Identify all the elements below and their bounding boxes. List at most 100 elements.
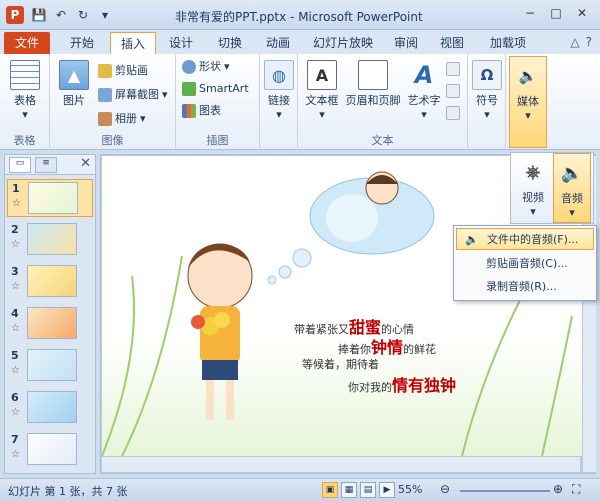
customize-qat-icon[interactable]: ▾ [96,6,114,24]
video-button[interactable]: ⎈ 视频 ▾ [515,157,551,219]
horizontal-scrollbar[interactable] [102,456,580,472]
undo-icon[interactable]: ↶ [52,6,70,24]
zoom-level[interactable]: 55% [398,483,422,496]
slide-thumbnail-5[interactable]: 5 ☆ [7,347,93,385]
tab-animations[interactable]: 动画 [256,32,300,54]
smartart-button[interactable]: SmartArt [182,80,249,98]
collapse-ribbon-icon[interactable]: △ [570,35,579,49]
audio-dropdown-menu: 🔈 文件中的音频(F)... 剪贴画音频(C)... 录制音频(R)... [453,225,597,301]
maximize-button[interactable]: □ [544,4,568,22]
album-button[interactable]: 相册 ▾ [98,110,146,128]
slide-preview [27,223,77,255]
dropdown-arrow-icon: ▾ [530,205,536,218]
zoom-out-icon[interactable]: ⊖ [440,482,450,496]
slide-number: 4 [11,307,19,320]
media-label: 媒体 [517,95,539,108]
group-illustrations: 形状 ▾ SmartArt 图表 插图 [176,54,260,150]
close-button[interactable]: ✕ [570,4,594,22]
close-pane-icon[interactable]: ✕ [80,156,91,171]
screenshot-label: 屏幕截图 [115,88,159,101]
group-text: A 文本框 ▾ 页眉和页脚 A 艺术字 ▾ 文本 [298,54,468,150]
slide-number: 7 [11,433,19,446]
slide-number-button[interactable] [446,82,460,100]
slide-number: 5 [11,349,19,362]
menu-item-audio-from-file[interactable]: 🔈 文件中的音频(F)... [456,228,594,250]
tab-view[interactable]: 视图 [432,32,472,54]
tab-addins[interactable]: 加载项 [480,32,536,54]
slide-thumbnail-3[interactable]: 3 ☆ [7,263,93,301]
slide-thumbnail-7[interactable]: 7 ☆ [7,431,93,469]
view-buttons: ▣ ▦ ▤ ▶ [322,482,395,498]
group-images: ▲ 图片 剪贴画 屏幕截图 ▾ 相册 ▾ 图像 [50,54,176,150]
tab-review[interactable]: 审阅 [386,32,426,54]
textbox-button[interactable]: A 文本框 ▾ [302,60,342,121]
wordart-button[interactable]: A 艺术字 ▾ [404,60,444,121]
video-label: 视频 [522,191,544,204]
table-button[interactable]: 表格 ▾ [6,60,44,121]
reading-view-icon[interactable]: ▤ [360,482,376,498]
clip-art-button[interactable]: 剪贴画 [98,62,148,80]
tab-insert[interactable]: 插入 [110,32,156,54]
object-icon [446,106,460,120]
poem-line-4: 你对我的情有独钟 [348,372,456,396]
normal-view-icon[interactable]: ▣ [322,482,338,498]
chevron-down-icon: ▾ [162,88,168,101]
object-button[interactable] [446,104,460,122]
audio-button[interactable]: 🔈 音频 ▾ [553,153,591,223]
tab-slideshow[interactable]: 幻灯片放映 [306,32,380,54]
slide-count-status: 幻灯片 第 1 张，共 7 张 [8,485,128,498]
slide-thumbnail-1[interactable]: 1 ☆ [7,179,93,217]
animation-star-icon: ☆ [11,407,20,418]
tab-design[interactable]: 设计 [160,32,202,54]
ribbon-tabs: 文件 开始 插入 设计 切换 动画 幻灯片放映 审阅 视图 加载项 △ ? [0,30,600,54]
powerpoint-logo-icon[interactable]: P [6,6,24,24]
redo-icon[interactable]: ↻ [74,6,92,24]
date-time-button[interactable] [446,60,460,78]
zoom-slider[interactable] [460,490,550,492]
help-icon[interactable]: ? [586,35,592,49]
group-table: 表格 ▾ 表格 [0,54,50,150]
speaker-icon: 🔈 [518,67,538,85]
tab-transitions[interactable]: 切换 [208,32,252,54]
shapes-button[interactable]: 形状 ▾ [182,58,230,76]
animation-star-icon: ☆ [12,198,21,209]
header-footer-button[interactable]: 页眉和页脚 [342,60,404,108]
speaker-icon: 🔈 [560,162,584,184]
menu-item-record-audio[interactable]: 录制音频(R)... [456,276,594,298]
slide-preview [28,182,78,214]
link-button[interactable]: ◍ 链接 ▾ [262,60,296,121]
zoom-in-icon[interactable]: ⊕ [553,482,563,496]
header-footer-icon [358,60,388,90]
outline-tab-icon[interactable]: ≡ [35,157,57,173]
screenshot-button[interactable]: 屏幕截图 ▾ [98,86,168,104]
minimize-button[interactable]: − [518,4,542,22]
slides-tab-icon[interactable]: ▭ [9,157,31,173]
chevron-down-icon: ▾ [140,112,146,125]
ribbon: 表格 ▾ 表格 ▲ 图片 剪贴画 屏幕截图 ▾ 相册 ▾ 图像 形状 ▾ SmartAr… [0,54,600,150]
poem-line-3: 等候着，期待着 [302,358,379,371]
symbol-button[interactable]: Ω 符号 ▾ [470,60,504,121]
tab-home[interactable]: 开始 [58,32,106,54]
animation-star-icon: ☆ [11,281,20,292]
dropdown-arrow-icon: ▾ [421,108,427,121]
tab-file[interactable]: 文件 [4,32,50,54]
slide-number: 6 [11,391,19,404]
fit-to-window-icon[interactable]: ⛶ [572,482,580,497]
slide-number: 3 [11,265,19,278]
link-label: 链接 [268,94,290,107]
shapes-icon [182,60,196,74]
chart-button[interactable]: 图表 [182,102,221,120]
slide-thumbnail-4[interactable]: 4 ☆ [7,305,93,343]
slide-preview [27,391,77,423]
slide-thumbnail-6[interactable]: 6 ☆ [7,389,93,427]
picture-button[interactable]: ▲ 图片 [56,60,92,108]
media-button[interactable]: 🔈 媒体 ▾ [509,56,547,148]
dropdown-arrow-icon: ▾ [319,108,325,121]
header-footer-label: 页眉和页脚 [345,94,401,107]
menu-item-clip-art-audio[interactable]: 剪贴画音频(C)... [456,253,594,275]
slideshow-view-icon[interactable]: ▶ [379,482,395,498]
slide-thumbnail-2[interactable]: 2 ☆ [7,221,93,259]
slide-sorter-icon[interactable]: ▦ [341,482,357,498]
poem-text: 你对我的 [348,381,392,394]
save-icon[interactable]: 💾 [30,6,48,24]
